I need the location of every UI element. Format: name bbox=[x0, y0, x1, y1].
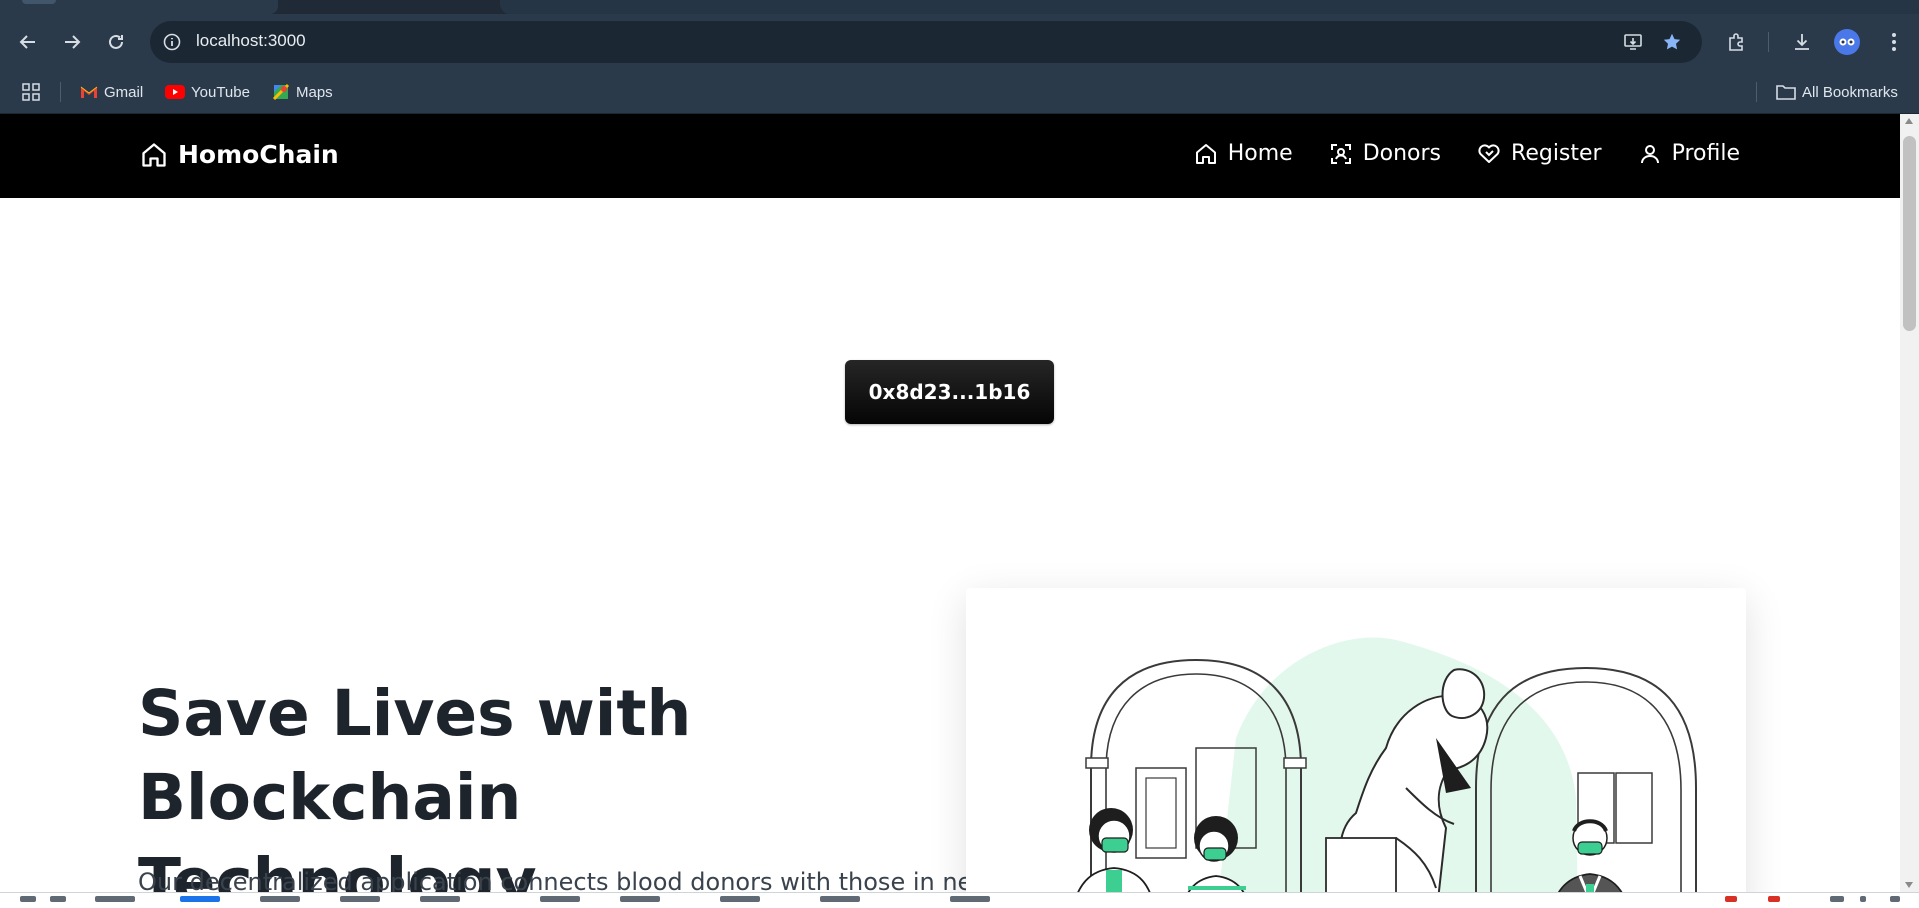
gmail-icon bbox=[80, 86, 98, 98]
devtools-tab[interactable] bbox=[620, 896, 660, 902]
page-viewport: HomoChain Home Donors Register Profile 0… bbox=[0, 114, 1900, 892]
folder-icon bbox=[1776, 85, 1796, 100]
chrome-menu-icon[interactable] bbox=[1880, 28, 1908, 56]
extensions-icon[interactable] bbox=[1722, 28, 1750, 56]
bookmark-youtube[interactable]: YouTube bbox=[165, 80, 250, 104]
tab-strip bbox=[0, 0, 1919, 14]
hero-illustration-card bbox=[966, 588, 1746, 892]
all-bookmarks-button[interactable]: All Bookmarks bbox=[1776, 80, 1898, 104]
nav-donors[interactable]: Donors bbox=[1329, 141, 1441, 166]
apps-grid-icon[interactable] bbox=[22, 80, 40, 104]
nav-links: Home Donors Register Profile bbox=[1194, 141, 1740, 166]
bookmarks-bar: Gmail YouTube Maps All Bookmarks bbox=[0, 70, 1919, 114]
devtools-tab[interactable] bbox=[540, 896, 580, 902]
home-icon bbox=[1195, 143, 1216, 164]
nav-label: Register bbox=[1511, 141, 1602, 166]
devtools-tab[interactable] bbox=[950, 896, 990, 902]
devtools-tab[interactable] bbox=[420, 896, 460, 902]
tab-indicator bbox=[22, 0, 56, 4]
devtools-close-icon[interactable] bbox=[1890, 896, 1900, 902]
hero-title-line1: Save Lives with bbox=[138, 677, 692, 750]
reload-button[interactable] bbox=[102, 28, 130, 56]
devtools-panel-edge bbox=[0, 892, 1919, 908]
bookmark-maps[interactable]: Maps bbox=[272, 80, 333, 104]
back-arrow-icon bbox=[19, 35, 35, 49]
site-info-icon[interactable] bbox=[160, 30, 184, 54]
devtools-menu-icon[interactable] bbox=[1860, 896, 1866, 902]
back-button[interactable] bbox=[14, 28, 42, 56]
bookmark-star-icon[interactable] bbox=[1660, 30, 1684, 54]
bookmark-label: Gmail bbox=[104, 83, 144, 101]
maps-icon bbox=[272, 83, 290, 101]
avatar-face-icon bbox=[1839, 38, 1855, 46]
bookmarks-divider bbox=[1756, 82, 1757, 102]
inactive-tab-area[interactable] bbox=[500, 0, 1919, 14]
address-bar[interactable]: localhost:3000 bbox=[150, 21, 1702, 63]
wallet-address-button[interactable]: 0x8d23...1b16 bbox=[845, 360, 1054, 424]
toolbar-divider bbox=[1768, 32, 1769, 52]
scrollbar-thumb[interactable] bbox=[1903, 136, 1916, 331]
devtools-tab[interactable] bbox=[340, 896, 380, 902]
nav-label: Donors bbox=[1362, 141, 1442, 166]
url-text[interactable]: localhost:3000 bbox=[196, 31, 306, 51]
user-icon bbox=[1640, 144, 1659, 163]
nav-register[interactable]: Register bbox=[1477, 141, 1602, 166]
nav-profile[interactable]: Profile bbox=[1638, 141, 1740, 166]
downloads-icon[interactable] bbox=[1788, 28, 1816, 56]
bookmark-gmail[interactable]: Gmail bbox=[80, 80, 143, 104]
devtools-dock-icon[interactable] bbox=[20, 896, 36, 902]
issue-count-icon[interactable] bbox=[1768, 896, 1780, 902]
forward-arrow-icon bbox=[65, 35, 81, 49]
scan-icon bbox=[1330, 143, 1351, 164]
devtools-device-icon[interactable] bbox=[50, 896, 66, 902]
bookmarks-divider bbox=[60, 82, 61, 102]
bookmark-label: Maps bbox=[296, 83, 333, 101]
install-app-icon[interactable] bbox=[1621, 30, 1645, 54]
forward-button[interactable] bbox=[58, 28, 86, 56]
nav-home[interactable]: Home bbox=[1194, 141, 1293, 166]
active-tab[interactable] bbox=[0, 0, 278, 14]
all-bookmarks-label: All Bookmarks bbox=[1802, 83, 1898, 101]
page-scrollbar[interactable] bbox=[1900, 114, 1919, 892]
devtools-tab[interactable] bbox=[260, 896, 300, 902]
home-icon bbox=[142, 142, 166, 167]
devtools-tab[interactable] bbox=[180, 896, 220, 902]
heart-handshake-icon bbox=[1478, 143, 1500, 163]
browser-toolbar: localhost:3000 bbox=[0, 14, 1919, 70]
error-count-icon[interactable] bbox=[1725, 896, 1737, 902]
hero-illustration bbox=[1077, 637, 1697, 892]
devtools-settings-icon[interactable] bbox=[1830, 896, 1844, 902]
brand-logo[interactable]: HomoChain bbox=[140, 140, 339, 169]
profile-avatar[interactable] bbox=[1834, 29, 1860, 55]
nav-label: Profile bbox=[1671, 141, 1740, 166]
nav-label: Home bbox=[1227, 141, 1293, 166]
scroll-up-icon[interactable] bbox=[1905, 118, 1913, 124]
app-navbar: HomoChain Home Donors Register Profile bbox=[0, 114, 1900, 198]
hero-subtitle: Our decentralized application connects b… bbox=[138, 868, 1010, 892]
scroll-down-icon[interactable] bbox=[1905, 882, 1913, 888]
devtools-tab[interactable] bbox=[95, 896, 135, 902]
devtools-tab[interactable] bbox=[820, 896, 860, 902]
bookmark-label: YouTube bbox=[191, 83, 250, 101]
brand-name: HomoChain bbox=[178, 140, 339, 169]
devtools-tab[interactable] bbox=[720, 896, 760, 902]
youtube-icon bbox=[165, 85, 185, 99]
reload-icon bbox=[109, 34, 123, 49]
hero-title: Save Lives with Blockchain Technology bbox=[138, 672, 938, 892]
